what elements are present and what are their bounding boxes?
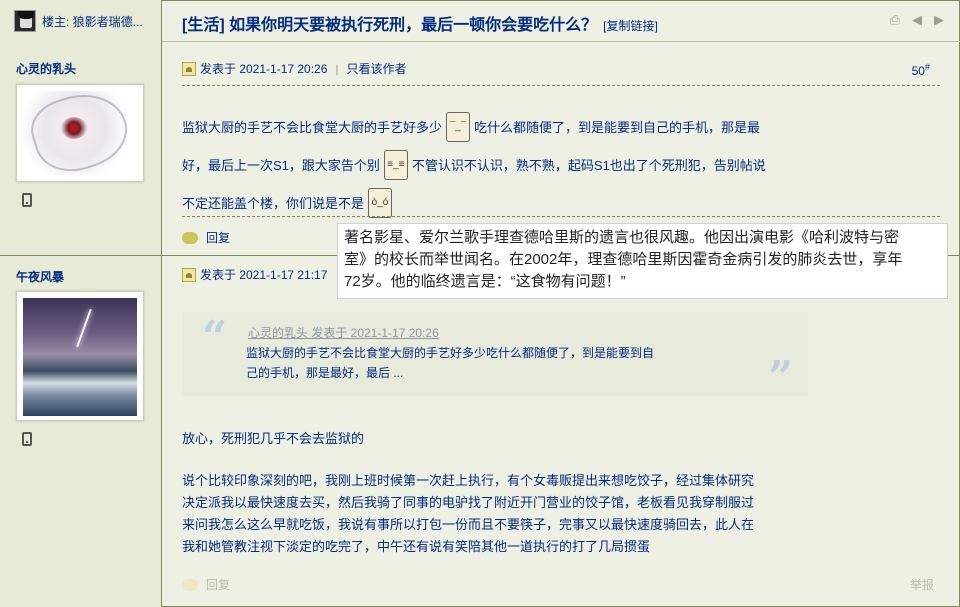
open-quote-icon: “ [202,312,228,363]
print-icon[interactable]: ⎙ [888,13,902,27]
header-icons: ⎙ ◀ ▶ [888,13,946,27]
post1-meta: 发表于 2021-1-17 20:26 | 只看该作者 [182,60,407,77]
reply-icon [182,578,198,591]
post2-author-avatar[interactable] [16,291,144,421]
post1-text: 不管认识不认识，熟不熟，起码S1也出了个死刑犯，告别帖说 [411,157,766,173]
user-online-icon [182,61,196,76]
thread-title: [生活] 如果你明天要被执行死刑，最后一顿你会要吃什么？ [182,17,598,34]
post1-floor-number[interactable]: 50# [912,62,930,78]
post2-reply-button[interactable]: 回复 [182,576,230,593]
quote-body: 监狱大厨的手艺不会比食堂大厨的手艺好多少吃什么都随便了，到是能要到自 己的手机，… [246,343,736,383]
thread-header: 楼主: 狼影者瑞德... [生活] 如果你明天要被执行死刑，最后一顿你会要吃什么… [0,0,960,42]
reply-icon [182,231,198,244]
op-block[interactable]: 楼主: 狼影者瑞德... [0,0,162,42]
post1-footer-divider [182,216,940,217]
floor-number[interactable]: 50 [912,64,925,78]
post2-paragraph-line: 我和她管教注视下淡定的吃完了，中午还有说有笑陪其他一道执行的打了几局掼蛋 [182,539,651,554]
quote-line: 己的手机，那是最好，最后 ... [246,366,404,380]
post2-line1: 放心，死刑犯几乎不会去监狱的 [182,431,365,446]
post2-paragraph-line: 说个比较印象深刻的吧，我刚上班时候第一次赶上执行，有个女毒贩提出来想吃饺子，经过… [182,473,755,488]
thread-title-wrap: [生活] 如果你明天要被执行死刑，最后一顿你会要吃什么？ [复制链接] [182,11,658,35]
close-quote-icon: ” [768,352,794,403]
post2-paragraph-line: 来问我怎么这么早就吃饭，我说有事所以打包一份而且不要筷子，完事又以最快速度骑回去… [182,517,755,532]
op-avatar[interactable] [14,10,36,32]
prev-thread-icon[interactable]: ◀ [910,13,924,27]
tooltip-line: 著名影星、爱尔兰歌手理查德哈里斯的遗言也很风趣。他因出演电影《哈利波特与密 [344,229,900,246]
quote-block: “ 心灵的乳头 发表于 2021-1-17 20:26 监狱大厨的手艺不会比食堂… [182,312,808,403]
tooltip-line: 72岁。他的临终遗言是：“这食物有问题！” [344,273,626,290]
post2-paragraph-line: 决定派我以最快速度去买，然后我骑了同事的电驴找了附近开门营业的饺子馆，老板看见我… [182,495,755,510]
post1-author-avatar[interactable] [16,84,144,182]
post1-line: 监狱大厨的手艺不会比食堂大厨的手艺好多少 ¯_¯ 吃什么都随便了，到是能要到自己… [182,108,766,146]
user-online-icon [182,267,196,282]
meta-divider: | [335,61,339,76]
storm-avatar-image [23,298,137,416]
only-author-link[interactable]: 只看该作者 [347,60,407,77]
emoticon-icon: ò_ó [368,188,393,218]
post1-text: 好，最后上一次S1，跟大家告个别 [182,157,380,173]
reply-label[interactable]: 回复 [206,576,230,593]
emoticon-icon: ≡_≡ [383,150,408,180]
mobile-phone-icon [22,193,32,207]
post1-reply-button[interactable]: 回复 [182,229,230,246]
post2-author-name[interactable]: 午夜风暴 [16,268,64,285]
post1-divider [182,85,940,86]
copy-link-button[interactable]: [复制链接] [603,17,658,34]
tooltip-line: 室》的校长而举世闻名。在2002年，理查德哈里斯因霍奇金病引发的肺炎去世，享年 [344,251,903,268]
floor-mark: # [924,62,930,72]
tooltip-popup: 著名影星、爱尔兰歌手理查德哈里斯的遗言也很风趣。他因出演电影《哈利波特与密 室》… [337,223,948,299]
anime-avatar-image [23,91,137,175]
author-sidebar: 心灵的乳头 午夜风暴 [0,42,162,607]
emoticon-icon: ¯_¯ [446,112,471,142]
post1-line: 好，最后上一次S1，跟大家告个别 ≡_≡ 不管认识不认识，熟不熟，起码S1也出了… [182,146,766,184]
reply-label[interactable]: 回复 [206,229,230,246]
mobile-phone-icon [22,432,32,446]
post1-author-name[interactable]: 心灵的乳头 [16,60,76,77]
post2-posted-time: 发表于 2021-1-17 21:17 [200,268,328,282]
post1-text: 监狱大厨的手艺不会比食堂大厨的手艺好多少 [182,119,443,135]
quote-line: 监狱大厨的手艺不会比食堂大厨的手艺好多少吃什么都随便了，到是能要到自 [246,346,655,360]
report-button[interactable]: 举报 [910,576,934,593]
post1-text: 吃什么都随便了，到是能要到自己的手机，那是最 [474,119,761,135]
post1-text: 不定还能盖个楼，你们说是不是 [182,195,365,211]
post2-paragraph: 说个比较印象深刻的吧，我刚上班时候第一次赶上执行，有个女毒贩提出来想吃饺子，经过… [182,470,754,558]
quote-author-link[interactable]: 心灵的乳头 发表于 2021-1-17 20:26 [248,324,439,341]
post1-body: 监狱大厨的手艺不会比食堂大厨的手艺好多少 ¯_¯ 吃什么都随便了，到是能要到自己… [182,108,766,222]
next-thread-icon[interactable]: ▶ [932,13,946,27]
post1-posted-time: 发表于 2021-1-17 20:26 [200,62,328,76]
op-label[interactable]: 楼主: 狼影者瑞德... [42,13,143,30]
post2-meta: 发表于 2021-1-17 21:17 [182,266,327,283]
